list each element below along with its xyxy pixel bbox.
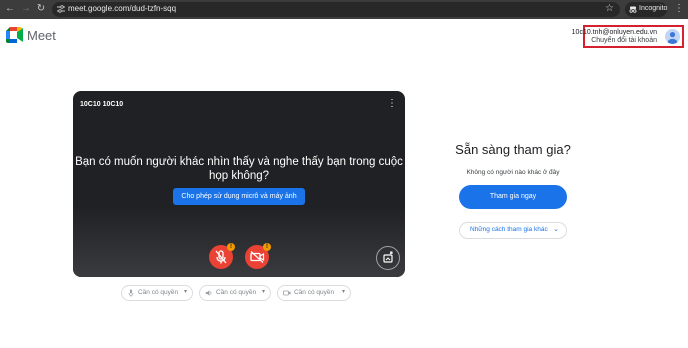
microphone-icon [128, 289, 134, 297]
microphone-warning-badge: ! [227, 243, 235, 251]
speaker-status: Cần có quyền [216, 289, 257, 296]
visual-effects-button[interactable] [376, 246, 400, 270]
site-settings-icon[interactable] [57, 5, 65, 13]
meet-logo-icon [6, 27, 23, 43]
chevron-down-icon: ▾ [183, 289, 187, 295]
account-switcher[interactable]: 10c10.tnh@onluyen.edu.vn Chuyển đổi tài … [572, 25, 684, 48]
browser-menu-icon[interactable]: ⋮ [674, 3, 684, 15]
incognito-badge[interactable]: Incognito [625, 2, 667, 17]
permission-question: Bạn có muốn người khác nhìn thấy và nghe… [75, 156, 403, 182]
speaker-icon [205, 290, 212, 296]
reload-icon[interactable]: ↻ [35, 3, 47, 15]
meet-brand: Meet [27, 28, 56, 43]
back-icon[interactable]: ← [4, 3, 16, 15]
ready-to-join-title: Sẵn sàng tham gia? [455, 142, 571, 157]
camera-warning-badge: ! [263, 243, 271, 251]
tile-gradient [73, 207, 405, 277]
avatar[interactable] [665, 29, 680, 44]
address-bar[interactable]: meet.google.com/dud-tzfn-sqq ☆ [52, 2, 620, 17]
visual-effects-icon [383, 251, 393, 263]
incognito-label: Incognito [639, 5, 668, 12]
chevron-down-icon: ▾ [341, 289, 345, 295]
video-preview: 10C10 10C10 ⋮ Bạn có muốn người khác nhì… [73, 91, 405, 277]
more-options-icon[interactable]: ⋮ [387, 99, 397, 109]
other-ways-to-join-button[interactable]: Những cách tham gia khác ⌄ [459, 222, 567, 239]
incognito-icon [629, 6, 637, 13]
microphone-status: Cần có quyền [138, 289, 179, 296]
chevron-down-icon: ⌄ [553, 226, 559, 233]
browser-toolbar: ← → ↻ meet.google.com/dud-tzfn-sqq ☆ Inc… [0, 0, 688, 19]
camera-select[interactable]: Cần có quyền ▾ [277, 285, 351, 301]
switch-account-link[interactable]: Chuyển đổi tài khoản [591, 37, 657, 44]
chevron-down-icon: ▾ [261, 289, 265, 295]
user-avatar-icon [667, 32, 678, 44]
forward-icon[interactable]: → [20, 3, 32, 15]
join-now-button[interactable]: Tham gia ngay [459, 185, 567, 209]
url-text[interactable]: meet.google.com/dud-tzfn-sqq [68, 4, 176, 13]
no-one-here-text: Không có người nào khác ở đây [466, 169, 560, 176]
microphone-select[interactable]: Cần có quyền ▾ [121, 285, 193, 301]
camera-status: Cần có quyền [294, 289, 335, 296]
bookmark-star-icon[interactable]: ☆ [605, 3, 614, 15]
camera-icon [283, 290, 291, 296]
speaker-select[interactable]: Cần có quyền ▾ [199, 285, 271, 301]
account-email: 10c10.tnh@onluyen.edu.vn [571, 29, 657, 36]
other-ways-label: Những cách tham gia khác [470, 226, 548, 233]
participant-name: 10C10 10C10 [80, 101, 124, 108]
allow-mic-camera-button[interactable]: Cho phép sử dụng micrô và máy ảnh [173, 188, 305, 205]
